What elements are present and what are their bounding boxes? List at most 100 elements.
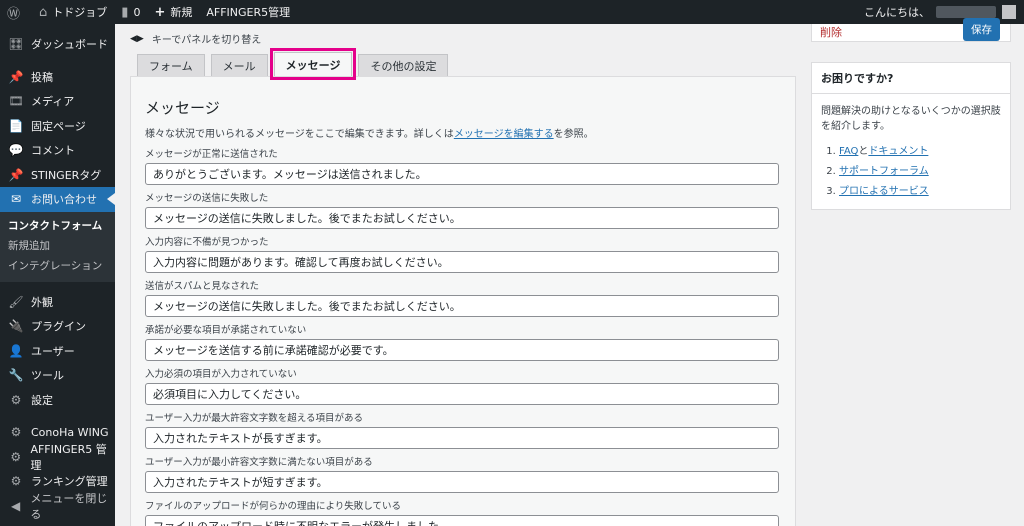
gear-icon: ⚙ <box>10 474 22 489</box>
description-text-end: を参照。 <box>553 129 594 140</box>
sidebar-item-plugins[interactable]: 🔌 プラグイン <box>0 314 115 339</box>
docs-link[interactable]: ドキュメント <box>868 146 928 157</box>
message-input-required[interactable] <box>145 383 779 405</box>
sidebar-item-label: プラグイン <box>31 320 86 334</box>
field-label: 承諾が必要な項目が承諾されていない <box>145 325 307 336</box>
sidebar-item-settings[interactable]: ⚙ 設定 <box>0 388 115 413</box>
pin-icon: 📌 <box>8 167 24 182</box>
message-input-mail-sent-ok[interactable] <box>145 163 779 185</box>
gear-icon: ⚙ <box>10 425 22 440</box>
help-title: お困りですか? <box>812 63 1010 94</box>
blurred-username <box>936 6 996 18</box>
message-input-too-short[interactable] <box>145 471 779 493</box>
affinger-link[interactable]: AFFINGER5管理 <box>199 0 297 24</box>
message-input-upload-failed[interactable] <box>145 515 779 526</box>
comment-icon: ▮ <box>121 4 129 20</box>
panel-title: メッセージ <box>145 99 220 117</box>
edit-messages-link[interactable]: メッセージを編集する <box>454 129 554 140</box>
wordpress-logo-button[interactable]: Ⓦ <box>0 0 32 24</box>
help-box: お困りですか? 問題解決の助けとなるいくつかの選択肢を紹介します。 FAQとドキ… <box>811 62 1011 210</box>
help-list: FAQとドキュメント サポートフォーラム プロによるサービス <box>821 144 1001 199</box>
dashboard-icon: 🎛 <box>8 37 24 52</box>
tab-mail[interactable]: メール <box>210 54 268 76</box>
sidebar-item-tools[interactable]: 🔧 ツール <box>0 363 115 388</box>
sidebar-item-posts[interactable]: 📌 投稿 <box>0 65 115 90</box>
collapse-menu-button[interactable]: ◀ メニューを閉じる <box>0 492 115 521</box>
delete-link[interactable]: 削除 <box>820 24 842 40</box>
sidebar-item-stinger-tag[interactable]: 📌 STINGERタグ <box>0 163 115 188</box>
submit-box: 削除 保存 <box>811 18 1011 42</box>
wrench-icon: 🔧 <box>8 368 24 383</box>
support-forum-link[interactable]: サポートフォーラム <box>839 166 929 177</box>
field-label: メッセージの送信に失敗した <box>145 193 269 204</box>
sidebar-item-label: ツール <box>31 369 64 383</box>
sidebar-item-affinger5[interactable]: ⚙ AFFINGER5 管理 <box>0 443 115 472</box>
message-input-spam[interactable] <box>145 295 779 317</box>
help-list-item: サポートフォーラム <box>839 164 1001 179</box>
sidebar-item-media[interactable]: 🎞 メディア <box>0 89 115 114</box>
sidebar-item-label: ダッシュボード <box>31 38 108 52</box>
message-input-accept-terms[interactable] <box>145 339 779 361</box>
submenu-contact-forms[interactable]: コンタクトフォーム <box>0 216 115 236</box>
message-input-too-long[interactable] <box>145 427 779 449</box>
page-icon: 📄 <box>8 118 24 133</box>
sidebar-item-label: 外観 <box>31 295 53 309</box>
sidebar-item-label: AFFINGER5 管理 <box>30 442 107 472</box>
help-and-text: と <box>858 146 869 157</box>
sidebar-item-label: メニューを閉じる <box>30 491 108 521</box>
sidebar-item-dashboard[interactable]: 🎛 ダッシュボード <box>0 32 115 57</box>
message-input-mail-sent-ng[interactable] <box>145 207 779 229</box>
field-label: 送信がスパムと見なされた <box>145 281 260 292</box>
admin-sidebar: 🎛 ダッシュボード 📌 投稿 🎞 メディア 📄 固定ページ 💬 コメント 📌 STINGER… <box>0 24 115 526</box>
comments-link[interactable]: ▮ 0 <box>114 0 147 24</box>
affinger-label: AFFINGER5管理 <box>206 6 291 19</box>
sidebar-item-comments[interactable]: 💬 コメント <box>0 138 115 163</box>
comments-count: 0 <box>133 5 141 19</box>
new-content-link[interactable]: + 新規 <box>147 0 199 24</box>
message-input-validation-error[interactable] <box>145 251 779 273</box>
plus-icon: + <box>154 4 166 20</box>
sidebar-item-label: 投稿 <box>31 70 53 84</box>
tab-messages[interactable]: メッセージ <box>269 48 357 80</box>
sidebar-item-label: 設定 <box>31 393 53 407</box>
sidebar-item-label: ランキング管理 <box>31 475 108 489</box>
user-icon: 👤 <box>8 343 24 358</box>
message-field: 承諾が必要な項目が承諾されていない <box>145 324 780 361</box>
sidebar-item-label: ユーザー <box>31 344 75 358</box>
save-button[interactable]: 保存 <box>963 18 1000 41</box>
sidebar-item-label: お問い合わせ <box>31 193 97 207</box>
sidebar-item-pages[interactable]: 📄 固定ページ <box>0 114 115 139</box>
pin-icon: 📌 <box>8 69 24 84</box>
tab-additional-settings[interactable]: その他の設定 <box>358 54 449 76</box>
sidebar-item-label: コメント <box>31 144 75 158</box>
sidebar-item-appearance[interactable]: 🖌 外観 <box>0 290 115 315</box>
help-body: 問題解決の助けとなるいくつかの選択肢を紹介します。 FAQとドキュメント サポー… <box>812 94 1010 199</box>
settings-icon: ⚙ <box>10 392 22 407</box>
greeting: こんにちは、 <box>864 6 930 19</box>
sidebar-item-users[interactable]: 👤 ユーザー <box>0 339 115 364</box>
site-name-link[interactable]: ⌂ トドジョブ <box>32 0 114 24</box>
message-field: メッセージが正常に送信された <box>145 148 780 185</box>
avatar[interactable] <box>1002 5 1016 19</box>
faq-link[interactable]: FAQ <box>839 146 858 157</box>
home-icon: ⌂ <box>39 4 48 20</box>
my-account[interactable]: こんにちは、 <box>864 4 1024 20</box>
message-field: 入力必須の項目が入力されていない <box>145 368 780 405</box>
message-field: ユーザー入力が最大許容文字数を超える項目がある <box>145 412 780 449</box>
submenu-add-new[interactable]: 新規追加 <box>0 236 115 256</box>
mail-icon: ✉ <box>10 192 22 207</box>
field-label: ユーザー入力が最大許容文字数を超える項目がある <box>145 413 364 424</box>
field-label: ユーザー入力が最小許容文字数に満たない項目がある <box>145 457 373 468</box>
field-label: ファイルのアップロードが何らかの理由により失敗している <box>145 501 402 512</box>
sidebar-item-contact[interactable]: ✉ お問い合わせ <box>0 187 115 212</box>
plugin-icon: 🔌 <box>8 319 24 334</box>
help-text: 問題解決の助けとなるいくつかの選択肢を紹介します。 <box>821 106 1001 132</box>
help-list-item: FAQとドキュメント <box>839 144 1001 159</box>
submenu-integration[interactable]: インテグレーション <box>0 256 115 276</box>
gear-icon: ⚙ <box>10 449 22 464</box>
new-label: 新規 <box>170 6 193 19</box>
field-label: メッセージが正常に送信された <box>145 149 278 160</box>
pro-services-link[interactable]: プロによるサービス <box>839 186 929 197</box>
tab-form[interactable]: フォーム <box>137 54 205 76</box>
left-right-arrow-icon: ◀▶ <box>130 33 144 44</box>
